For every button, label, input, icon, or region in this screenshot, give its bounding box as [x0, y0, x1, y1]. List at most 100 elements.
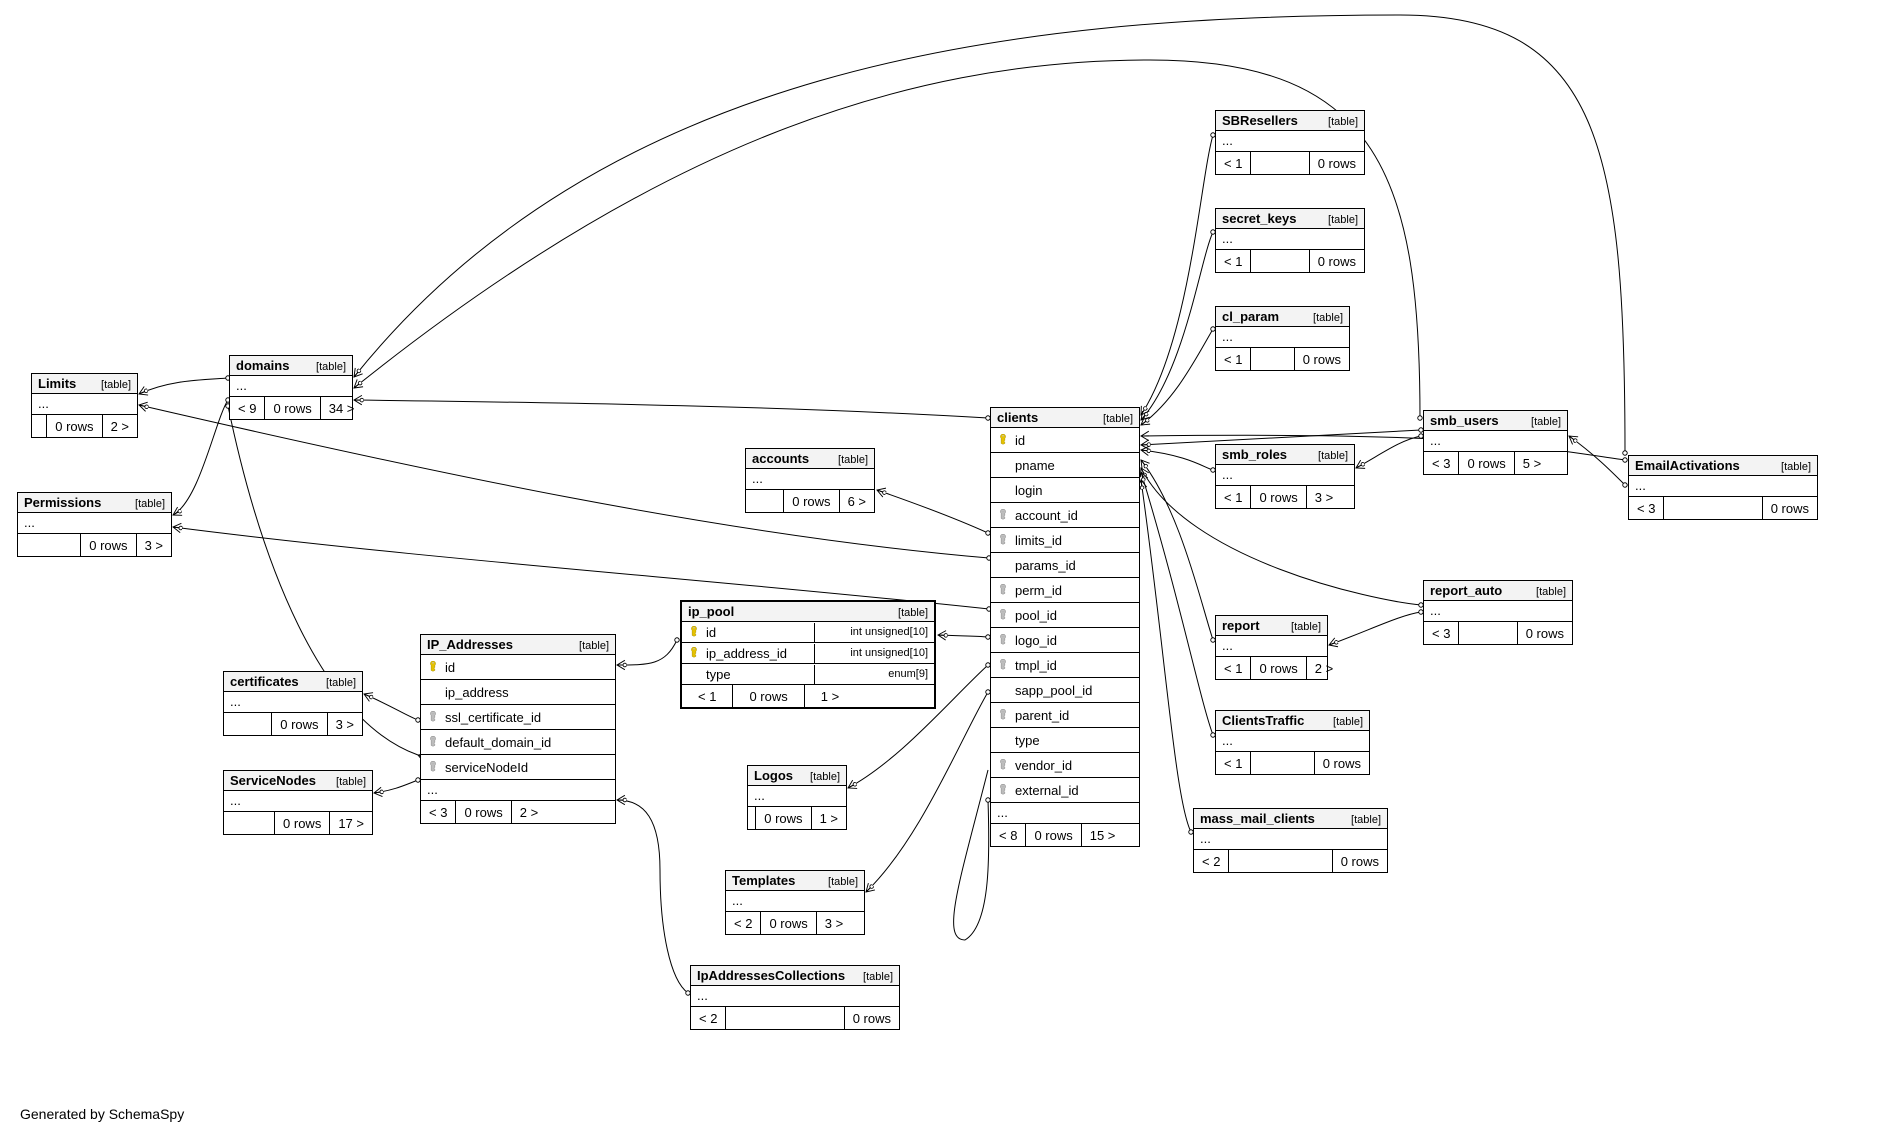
relationship-edge: [877, 490, 988, 533]
column-row: ip_address: [421, 680, 615, 705]
footer-spacer: [748, 807, 756, 829]
footer-spacer: [1251, 348, 1294, 370]
table-cl_param[interactable]: cl_param [table] ...< 10 rows: [1215, 306, 1350, 371]
table-name: secret_keys: [1222, 211, 1296, 226]
table-footer: < 30 rows5 >: [1424, 451, 1567, 474]
incoming-count: < 9: [230, 397, 265, 419]
foreign-key-icon: [427, 736, 439, 748]
table-kind: [table]: [135, 498, 165, 510]
table-mass_mail_clients[interactable]: mass_mail_clients [table] ...< 20 rows: [1193, 808, 1388, 873]
row-count: 0 rows: [845, 1007, 899, 1029]
column-row: ssl_certificate_id: [421, 705, 615, 730]
footer-spacer: [32, 415, 47, 437]
table-certificates[interactable]: certificates [table] ...0 rows3 >: [223, 671, 363, 736]
ellipsis-row: ...: [1216, 636, 1327, 656]
column-name: type: [706, 667, 808, 682]
table-sbresellers[interactable]: SBResellers [table] ...< 10 rows: [1215, 110, 1365, 175]
primary-key-icon: [997, 434, 1009, 446]
table-clients[interactable]: clients [table] id pname login account_i…: [990, 407, 1140, 847]
table-smb_users[interactable]: smb_users [table] ...< 30 rows5 >: [1423, 410, 1568, 475]
column-name: account_id: [1015, 508, 1133, 523]
table-kind: [table]: [828, 876, 858, 888]
edges-layer: [0, 0, 1897, 1142]
table-report[interactable]: report [table] ...< 10 rows2 >: [1215, 615, 1328, 680]
column-row: sapp_pool_id: [991, 678, 1139, 703]
incoming-count: < 8: [991, 824, 1026, 846]
table-footer: < 30 rows: [1629, 496, 1817, 519]
table-name: mass_mail_clients: [1200, 811, 1315, 826]
column-name: pname: [1015, 458, 1133, 473]
table-kind: [table]: [863, 971, 893, 983]
column-row: default_domain_id: [421, 730, 615, 755]
column-name: id: [445, 660, 609, 675]
ellipsis-row: ...: [32, 394, 137, 414]
table-servicenodes[interactable]: ServiceNodes [table] ...0 rows17 >: [223, 770, 373, 835]
table-footer: < 90 rows34 >: [230, 396, 352, 419]
column-row: perm_id: [991, 578, 1139, 603]
column-name: logo_id: [1015, 633, 1133, 648]
outgoing-count: 1 >: [805, 685, 855, 707]
relationship-edge: [354, 400, 988, 418]
column-name: parent_id: [1015, 708, 1133, 723]
row-count: 0 rows: [761, 912, 816, 934]
row-count: 0 rows: [1310, 250, 1364, 272]
table-ip_addresses[interactable]: IP_Addresses [table] id ip_address ssl_c…: [420, 634, 616, 824]
ellipsis-row: ...: [230, 376, 352, 396]
table-kind: [table]: [1328, 116, 1358, 128]
table-ipaddressescollections[interactable]: IpAddressesCollections [table] ...< 20 r…: [690, 965, 900, 1030]
incoming-count: < 1: [1216, 657, 1251, 679]
column-name: params_id: [1015, 558, 1133, 573]
table-domains[interactable]: domains [table] ...< 90 rows34 >: [229, 355, 353, 420]
relationship-edge: [954, 770, 989, 940]
outgoing-count: 3 >: [137, 534, 171, 556]
table-smb_roles[interactable]: smb_roles [table] ...< 10 rows3 >: [1215, 444, 1355, 509]
ellipsis-row: ...: [1194, 829, 1387, 849]
table-name: smb_roles: [1222, 447, 1287, 462]
row-count: 0 rows: [1251, 657, 1306, 679]
table-limits[interactable]: Limits [table] ...0 rows2 >: [31, 373, 138, 438]
table-kind: [table]: [898, 607, 928, 619]
foreign-key-icon: [997, 509, 1009, 521]
relationship-edge: [1141, 135, 1213, 415]
table-name: ClientsTraffic: [1222, 713, 1304, 728]
outgoing-count: 6 >: [840, 490, 874, 512]
table-ip_pool[interactable]: ip_pool [table] id int unsigned[10] ip_a…: [680, 600, 936, 709]
table-kind: [table]: [1103, 413, 1133, 425]
table-permissions[interactable]: Permissions [table] ...0 rows3 >: [17, 492, 172, 557]
row-count: 0 rows: [1459, 452, 1514, 474]
table-header: domains [table]: [230, 356, 352, 376]
table-report_auto[interactable]: report_auto [table] ...< 30 rows: [1423, 580, 1573, 645]
column-row: tmpl_id: [991, 653, 1139, 678]
table-header: ServiceNodes [table]: [224, 771, 372, 791]
ellipsis-row: ...: [18, 513, 171, 533]
column-row: limits_id: [991, 528, 1139, 553]
table-header: SBResellers [table]: [1216, 111, 1364, 131]
footer-spacer: [746, 490, 784, 512]
column-row: vendor_id: [991, 753, 1139, 778]
table-header: ClientsTraffic [table]: [1216, 711, 1369, 731]
column-row: login: [991, 478, 1139, 503]
table-kind: [table]: [1333, 716, 1363, 728]
column-name: serviceNodeId: [445, 760, 609, 775]
table-secret_keys[interactable]: secret_keys [table] ...< 10 rows: [1215, 208, 1365, 273]
column-row: serviceNodeId: [421, 755, 615, 780]
column-name: limits_id: [1015, 533, 1133, 548]
row-count: 0 rows: [265, 397, 320, 419]
table-name: cl_param: [1222, 309, 1279, 324]
table-templates[interactable]: Templates [table] ...< 20 rows3 >: [725, 870, 865, 935]
table-kind: [table]: [316, 361, 346, 373]
table-kind: [table]: [1351, 814, 1381, 826]
table-header: cl_param [table]: [1216, 307, 1349, 327]
table-name: IP_Addresses: [427, 637, 513, 652]
incoming-count: < 1: [1216, 152, 1251, 174]
outgoing-count: 34 >: [321, 397, 363, 419]
table-logos[interactable]: Logos [table] ...0 rows1 >: [747, 765, 847, 830]
column-row: type enum[9]: [682, 664, 934, 684]
table-emailactivations[interactable]: EmailActivations [table] ...< 30 rows: [1628, 455, 1818, 520]
table-footer: 0 rows17 >: [224, 811, 372, 834]
relationship-edge: [354, 15, 1625, 453]
footer-spacer: [726, 1007, 844, 1029]
table-accounts[interactable]: accounts [table] ...0 rows6 >: [745, 448, 875, 513]
relationship-edge: [1141, 480, 1191, 832]
table-clientstraffic[interactable]: ClientsTraffic [table] ...< 10 rows: [1215, 710, 1370, 775]
